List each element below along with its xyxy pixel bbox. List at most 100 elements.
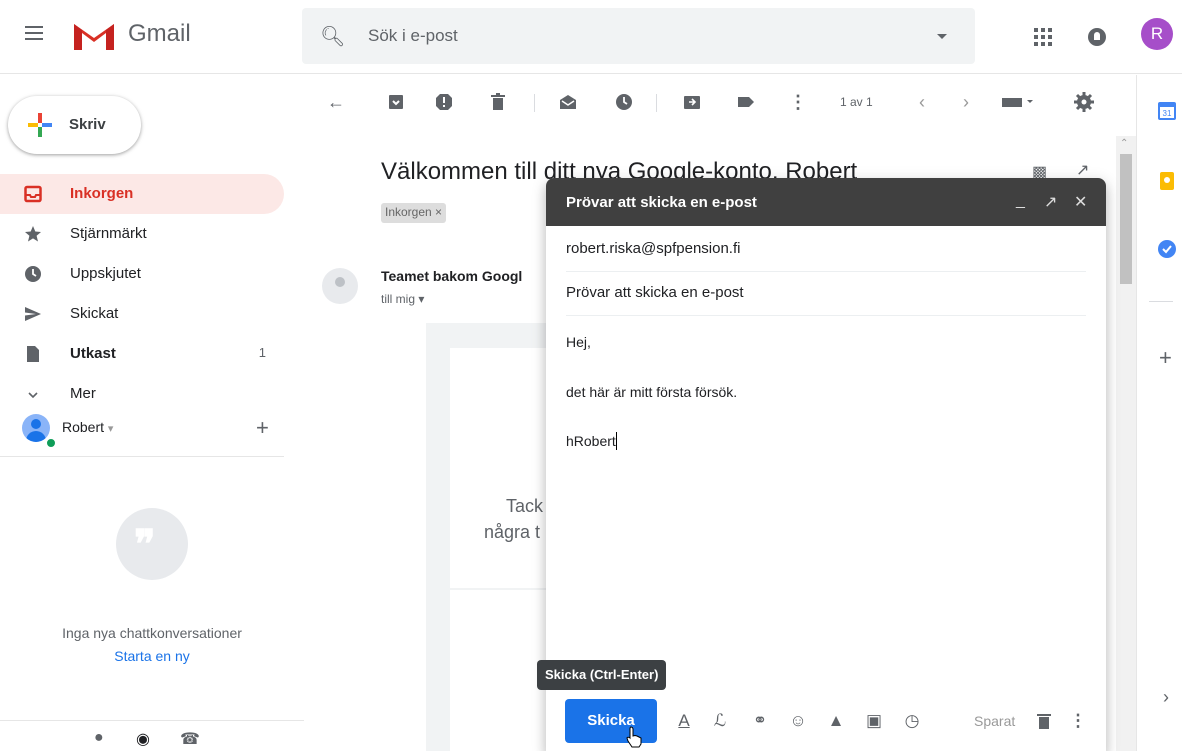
report-spam-icon[interactable] xyxy=(434,92,454,112)
drafts-count: 1 xyxy=(258,345,266,360)
close-icon[interactable]: ✕ xyxy=(1074,192,1087,212)
fullscreen-icon[interactable]: ↗ xyxy=(1044,192,1057,212)
sidebar-item-label: Uppskjutet xyxy=(70,265,141,282)
to-field[interactable]: robert.riska@spfpension.fi xyxy=(566,228,1086,272)
mark-unread-icon[interactable] xyxy=(558,92,578,112)
add-addon-icon[interactable]: + xyxy=(1159,345,1172,371)
hangouts-icon[interactable]: ◉ xyxy=(136,729,150,749)
scrollbar-thumb[interactable] xyxy=(1120,154,1132,284)
star-icon xyxy=(25,226,41,242)
email-body-card xyxy=(450,348,556,588)
send-tooltip: Skicka (Ctrl-Enter) xyxy=(537,660,667,690)
google-drive-icon[interactable]: ▲ xyxy=(826,711,846,731)
top-header: Gmail 🔍︎ R xyxy=(0,0,1182,74)
svg-text:31: 31 xyxy=(1163,109,1172,118)
sidebar-item-sent[interactable]: Skickat xyxy=(0,294,284,334)
discard-draft-icon[interactable] xyxy=(1034,711,1054,731)
inbox-label-chip[interactable]: Inkorgen × xyxy=(381,203,447,223)
compose-header[interactable]: Prövar att skicka en e-post _ ↗ ✕ xyxy=(546,178,1106,226)
recipient-details[interactable]: till mig ▾ xyxy=(381,292,424,306)
hangouts-user-name[interactable]: Robert ▾ xyxy=(62,419,113,435)
side-panel: 31 + › xyxy=(1136,75,1182,751)
insert-link-icon[interactable]: ⚭ xyxy=(750,711,770,731)
sidebar-nav: Inkorgen Stjärnmärkt Uppskjutet Skickat … xyxy=(0,174,284,414)
snooze-icon[interactable] xyxy=(614,92,634,112)
account-avatar[interactable]: R xyxy=(1141,18,1173,50)
label-icon[interactable] xyxy=(736,92,756,112)
sidebar-item-starred[interactable]: Stjärnmärkt xyxy=(0,214,284,254)
apps-grid-icon[interactable] xyxy=(1034,28,1052,46)
insert-emoji-icon[interactable]: ☺ xyxy=(788,711,808,731)
inbox-icon xyxy=(24,185,42,203)
sidebar-item-label: Stjärnmärkt xyxy=(70,225,147,242)
tasks-icon[interactable] xyxy=(1157,239,1177,259)
open-new-window-icon[interactable]: ↗ xyxy=(1076,160,1089,180)
search-options-icon[interactable] xyxy=(937,34,947,39)
prev-message-icon[interactable]: ‹ xyxy=(912,92,932,112)
sidebar-item-drafts[interactable]: Utkast 1 xyxy=(0,334,284,374)
scroll-up-icon[interactable]: ⌃ xyxy=(1120,138,1128,149)
text-cursor xyxy=(615,432,617,450)
add-chat-icon[interactable]: + xyxy=(256,415,269,441)
delete-icon[interactable] xyxy=(488,92,508,112)
calendar-icon[interactable]: 31 xyxy=(1157,101,1177,121)
body-line: hRobert xyxy=(566,432,617,450)
compose-button[interactable]: Skriv xyxy=(8,96,141,154)
start-new-chat-link[interactable]: Starta en ny xyxy=(0,648,304,664)
hangouts-quote-icon: ❞ xyxy=(116,508,188,580)
hand-cursor-icon xyxy=(626,726,642,748)
insert-photo-icon[interactable]: ▣ xyxy=(864,711,884,731)
sidebar-item-label: Skickat xyxy=(70,305,119,322)
search-input[interactable] xyxy=(368,22,888,50)
sidebar-item-snoozed[interactable]: Uppskjutet xyxy=(0,254,284,294)
toolbar-divider xyxy=(534,94,535,112)
main-menu-icon[interactable] xyxy=(22,22,46,46)
send-icon xyxy=(25,307,41,321)
more-options-icon[interactable]: ⋮ xyxy=(1068,711,1088,731)
sidebar-item-label: Utkast xyxy=(70,345,116,362)
subject-field[interactable]: Prövar att skicka en e-post xyxy=(566,272,1086,316)
app-title: Gmail xyxy=(128,20,191,47)
hangouts-user-row: Robert ▾ + xyxy=(0,405,284,457)
chevron-down-icon xyxy=(28,392,38,399)
notifications-icon[interactable] xyxy=(1088,28,1106,46)
hangouts-bottom-bar: ● ◉ ☎ xyxy=(0,720,304,751)
next-message-icon[interactable]: › xyxy=(956,92,976,112)
email-sender: Teamet bakom Googl xyxy=(381,268,523,284)
phone-icon[interactable]: ☎ xyxy=(180,729,200,749)
online-status-icon xyxy=(45,437,57,449)
message-toolbar: ← ⋮ 1 av 1 ‹ › xyxy=(304,76,1114,132)
plus-icon xyxy=(28,113,52,137)
formatting-options-icon[interactable]: A xyxy=(674,711,694,731)
send-button[interactable]: Skicka xyxy=(565,699,657,743)
compose-title: Prövar att skicka en e-post xyxy=(566,194,757,211)
toolbar-divider xyxy=(656,94,657,112)
input-tools-icon[interactable] xyxy=(1002,92,1036,112)
keep-icon[interactable] xyxy=(1157,171,1177,191)
pagination-count: 1 av 1 xyxy=(840,95,873,109)
move-to-icon[interactable] xyxy=(682,92,702,112)
sender-avatar xyxy=(322,268,358,304)
search-bar[interactable]: 🔍︎ xyxy=(302,8,975,64)
sidebar-item-label: Inkorgen xyxy=(70,185,134,202)
more-options-icon[interactable]: ⋮ xyxy=(788,92,808,112)
main-scrollbar[interactable]: ⌃ xyxy=(1116,136,1136,751)
body-line: det här är mitt första försök. xyxy=(566,384,738,400)
draft-icon xyxy=(27,346,39,362)
search-icon[interactable]: 🔍︎ xyxy=(320,24,345,49)
archive-icon[interactable] xyxy=(386,92,406,112)
gmail-logo[interactable] xyxy=(72,18,116,52)
sidebar-item-inbox[interactable]: Inkorgen xyxy=(0,174,284,214)
back-arrow-icon[interactable]: ← xyxy=(326,92,346,112)
confidential-mode-icon[interactable]: ◷ xyxy=(902,711,922,731)
email-body-text: några t xyxy=(484,522,541,542)
clock-icon xyxy=(25,266,41,282)
settings-gear-icon[interactable] xyxy=(1074,92,1094,112)
compose-button-label: Skriv xyxy=(69,116,106,133)
minimize-icon[interactable]: _ xyxy=(1016,192,1025,210)
sidebar-item-label: Mer xyxy=(70,385,96,402)
attach-file-icon[interactable]: ℒ xyxy=(710,711,730,731)
person-icon[interactable]: ● xyxy=(94,729,104,747)
side-panel-divider xyxy=(1149,301,1173,302)
expand-panel-icon[interactable]: › xyxy=(1163,687,1169,708)
